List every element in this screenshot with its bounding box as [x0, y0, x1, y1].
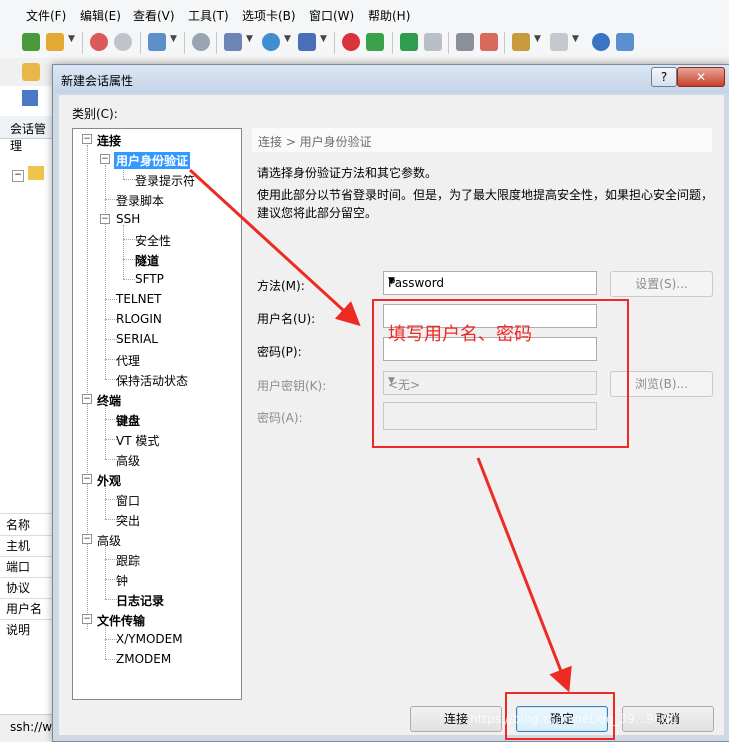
annotation-arrow-2: [476, 457, 572, 693]
watermark: https://blog.csdn.net/qq_39...9680: [470, 712, 677, 726]
annotation-text: 填写用户名、密码: [388, 324, 532, 345]
annotation-arrow-1: [188, 168, 361, 327]
